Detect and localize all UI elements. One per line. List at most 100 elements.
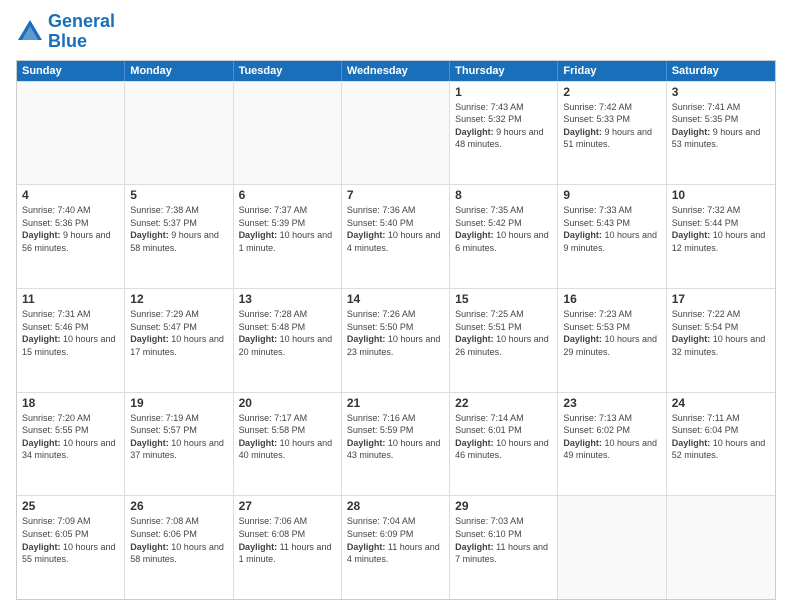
day-info: Sunrise: 7:26 AMSunset: 5:50 PMDaylight:… xyxy=(347,308,444,358)
weekday-header-friday: Friday xyxy=(558,61,666,81)
empty-cell xyxy=(667,496,775,599)
day-cell-2: 2 Sunrise: 7:42 AMSunset: 5:33 PMDaylight… xyxy=(558,82,666,185)
day-info: Sunrise: 7:40 AMSunset: 5:36 PMDaylight:… xyxy=(22,204,119,254)
day-cell-15: 15Sunrise: 7:25 AMSunset: 5:51 PMDayligh… xyxy=(450,289,558,392)
day-cell-27: 27 Sunrise: 7:06 AMSunset: 6:08 PMDayligh… xyxy=(234,496,342,599)
day-number: 14 xyxy=(347,292,444,306)
day-info: Sunrise: 7:17 AMSunset: 5:58 PMDaylight:… xyxy=(239,412,336,462)
day-info: Sunrise: 7:32 AMSunset: 5:44 PMDaylight:… xyxy=(672,204,770,254)
empty-cell xyxy=(558,496,666,599)
day-cell-18: 18 Sunrise: 7:20 AMSunset: 5:55 PMDayligh… xyxy=(17,393,125,496)
day-info: Sunrise: 7:19 AMSunset: 5:57 PMDaylight:… xyxy=(130,412,227,462)
day-cell-8: 8 Sunrise: 7:35 AMSunset: 5:42 PMDaylight… xyxy=(450,185,558,288)
day-number: 6 xyxy=(239,188,336,202)
logo-text: General Blue xyxy=(48,12,115,52)
day-info: Sunrise: 7:22 AMSunset: 5:54 PMDaylight:… xyxy=(672,308,770,358)
day-cell-12: 12 Sunrise: 7:29 AMSunset: 5:47 PMDayligh… xyxy=(125,289,233,392)
day-info: Sunrise: 7:43 AMSunset: 5:32 PMDaylight:… xyxy=(455,101,552,151)
day-number: 23 xyxy=(563,396,660,410)
day-info: Sunrise: 7:04 AMSunset: 6:09 PMDaylight:… xyxy=(347,515,444,565)
empty-cell xyxy=(342,82,450,185)
day-cell-24: 24Sunrise: 7:11 AMSunset: 6:04 PMDayligh… xyxy=(667,393,775,496)
day-info: Sunrise: 7:41 AMSunset: 5:35 PMDaylight:… xyxy=(672,101,770,151)
calendar-row-4: 25Sunrise: 7:09 AMSunset: 6:05 PMDayligh… xyxy=(17,495,775,599)
day-number: 17 xyxy=(672,292,770,306)
day-cell-16: 16Sunrise: 7:23 AMSunset: 5:53 PMDayligh… xyxy=(558,289,666,392)
day-number: 4 xyxy=(22,188,119,202)
day-cell-14: 14 Sunrise: 7:26 AMSunset: 5:50 PMDayligh… xyxy=(342,289,450,392)
day-info: Sunrise: 7:29 AMSunset: 5:47 PMDaylight:… xyxy=(130,308,227,358)
day-info: Sunrise: 7:37 AMSunset: 5:39 PMDaylight:… xyxy=(239,204,336,254)
day-cell-7: 7 Sunrise: 7:36 AMSunset: 5:40 PMDaylight… xyxy=(342,185,450,288)
day-cell-4: 4 Sunrise: 7:40 AMSunset: 5:36 PMDaylight… xyxy=(17,185,125,288)
day-number: 12 xyxy=(130,292,227,306)
day-cell-29: 29 Sunrise: 7:03 AMSunset: 6:10 PMDayligh… xyxy=(450,496,558,599)
day-number: 29 xyxy=(455,499,552,513)
day-cell-5: 5 Sunrise: 7:38 AMSunset: 5:37 PMDaylight… xyxy=(125,185,233,288)
day-number: 24 xyxy=(672,396,770,410)
day-cell-3: 3Sunrise: 7:41 AMSunset: 5:35 PMDaylight… xyxy=(667,82,775,185)
day-cell-19: 19Sunrise: 7:19 AMSunset: 5:57 PMDayligh… xyxy=(125,393,233,496)
day-cell-11: 11 Sunrise: 7:31 AMSunset: 5:46 PMDayligh… xyxy=(17,289,125,392)
day-info: Sunrise: 7:28 AMSunset: 5:48 PMDaylight:… xyxy=(239,308,336,358)
weekday-header-tuesday: Tuesday xyxy=(234,61,342,81)
day-number: 1 xyxy=(455,85,552,99)
day-info: Sunrise: 7:35 AMSunset: 5:42 PMDaylight:… xyxy=(455,204,552,254)
day-info: Sunrise: 7:06 AMSunset: 6:08 PMDaylight:… xyxy=(239,515,336,565)
day-info: Sunrise: 7:08 AMSunset: 6:06 PMDaylight:… xyxy=(130,515,227,565)
day-number: 16 xyxy=(563,292,660,306)
day-info: Sunrise: 7:16 AMSunset: 5:59 PMDaylight:… xyxy=(347,412,444,462)
day-info: Sunrise: 7:20 AMSunset: 5:55 PMDaylight:… xyxy=(22,412,119,462)
header: General Blue xyxy=(16,12,776,52)
page: General Blue SundayMondayTuesdayWednesda… xyxy=(0,0,792,612)
day-info: Sunrise: 7:42 AMSunset: 5:33 PMDaylight:… xyxy=(563,101,660,151)
day-info: Sunrise: 7:14 AMSunset: 6:01 PMDaylight:… xyxy=(455,412,552,462)
day-cell-1: 1 Sunrise: 7:43 AMSunset: 5:32 PMDaylight… xyxy=(450,82,558,185)
day-cell-17: 17 Sunrise: 7:22 AMSunset: 5:54 PMDayligh… xyxy=(667,289,775,392)
day-cell-23: 23 Sunrise: 7:13 AMSunset: 6:02 PMDayligh… xyxy=(558,393,666,496)
day-info: Sunrise: 7:38 AMSunset: 5:37 PMDaylight:… xyxy=(130,204,227,254)
day-number: 15 xyxy=(455,292,552,306)
day-number: 11 xyxy=(22,292,119,306)
weekday-header-sunday: Sunday xyxy=(17,61,125,81)
day-number: 8 xyxy=(455,188,552,202)
day-info: Sunrise: 7:36 AMSunset: 5:40 PMDaylight:… xyxy=(347,204,444,254)
day-cell-25: 25Sunrise: 7:09 AMSunset: 6:05 PMDayligh… xyxy=(17,496,125,599)
day-number: 13 xyxy=(239,292,336,306)
day-info: Sunrise: 7:03 AMSunset: 6:10 PMDaylight:… xyxy=(455,515,552,565)
day-number: 10 xyxy=(672,188,770,202)
day-number: 20 xyxy=(239,396,336,410)
day-number: 7 xyxy=(347,188,444,202)
day-number: 26 xyxy=(130,499,227,513)
calendar-row-2: 11 Sunrise: 7:31 AMSunset: 5:46 PMDayligh… xyxy=(17,288,775,392)
empty-cell xyxy=(17,82,125,185)
calendar-row-0: 1 Sunrise: 7:43 AMSunset: 5:32 PMDaylight… xyxy=(17,81,775,185)
day-number: 18 xyxy=(22,396,119,410)
logo-icon xyxy=(16,18,44,46)
day-number: 5 xyxy=(130,188,227,202)
day-number: 2 xyxy=(563,85,660,99)
day-number: 21 xyxy=(347,396,444,410)
day-cell-6: 6 Sunrise: 7:37 AMSunset: 5:39 PMDaylight… xyxy=(234,185,342,288)
day-cell-20: 20 Sunrise: 7:17 AMSunset: 5:58 PMDayligh… xyxy=(234,393,342,496)
logo: General Blue xyxy=(16,12,115,52)
day-info: Sunrise: 7:33 AMSunset: 5:43 PMDaylight:… xyxy=(563,204,660,254)
weekday-header-thursday: Thursday xyxy=(450,61,558,81)
empty-cell xyxy=(125,82,233,185)
day-cell-22: 22 Sunrise: 7:14 AMSunset: 6:01 PMDayligh… xyxy=(450,393,558,496)
day-number: 27 xyxy=(239,499,336,513)
calendar-body: 1 Sunrise: 7:43 AMSunset: 5:32 PMDaylight… xyxy=(17,81,775,599)
day-info: Sunrise: 7:31 AMSunset: 5:46 PMDaylight:… xyxy=(22,308,119,358)
day-cell-13: 13 Sunrise: 7:28 AMSunset: 5:48 PMDayligh… xyxy=(234,289,342,392)
calendar-row-1: 4 Sunrise: 7:40 AMSunset: 5:36 PMDaylight… xyxy=(17,184,775,288)
calendar-row-3: 18 Sunrise: 7:20 AMSunset: 5:55 PMDayligh… xyxy=(17,392,775,496)
day-number: 25 xyxy=(22,499,119,513)
day-cell-28: 28Sunrise: 7:04 AMSunset: 6:09 PMDayligh… xyxy=(342,496,450,599)
day-number: 9 xyxy=(563,188,660,202)
day-info: Sunrise: 7:13 AMSunset: 6:02 PMDaylight:… xyxy=(563,412,660,462)
weekday-header-wednesday: Wednesday xyxy=(342,61,450,81)
day-cell-10: 10 Sunrise: 7:32 AMSunset: 5:44 PMDayligh… xyxy=(667,185,775,288)
day-cell-9: 9 Sunrise: 7:33 AMSunset: 5:43 PMDaylight… xyxy=(558,185,666,288)
day-number: 22 xyxy=(455,396,552,410)
day-cell-26: 26 Sunrise: 7:08 AMSunset: 6:06 PMDayligh… xyxy=(125,496,233,599)
